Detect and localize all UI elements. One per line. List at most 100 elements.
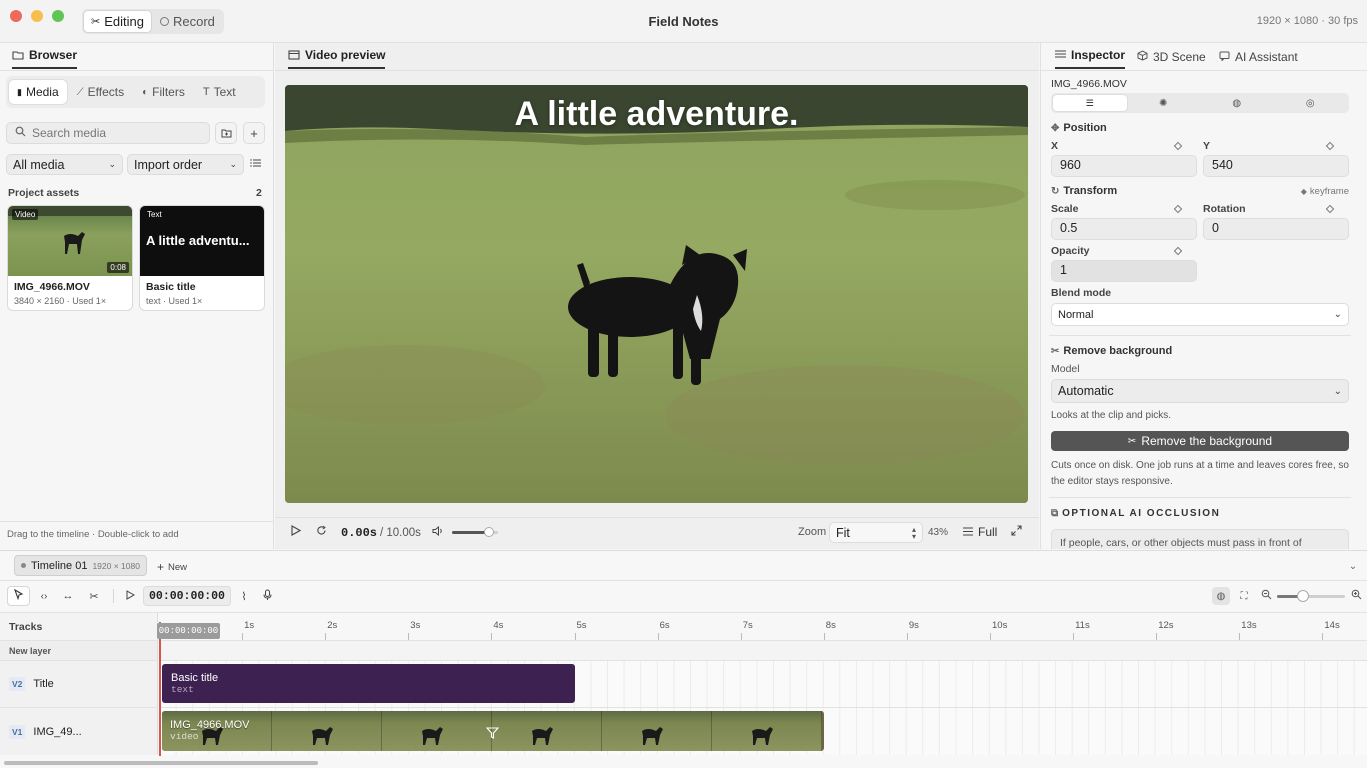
new-folder-button[interactable] [215, 122, 237, 144]
model-select[interactable]: Automatic ⌄ [1051, 379, 1349, 403]
ruler-tick-label: 5s [576, 620, 587, 631]
tab-ai-assistant[interactable]: AI Assistant [1219, 43, 1298, 71]
new-layer-row[interactable]: New layer [0, 640, 158, 660]
asset-card-text[interactable]: Text A little adventu... Basic title tex… [139, 205, 265, 311]
filmstrip-frame [492, 711, 602, 751]
divider [1041, 70, 1367, 71]
playhead-timecode[interactable]: 00:00:00:00 [157, 623, 220, 639]
slip-icon: ↔ [62, 590, 74, 602]
browser-tab[interactable]: Browser [12, 43, 78, 69]
volume-slider[interactable] [452, 527, 498, 537]
keyframe-diamond-icon[interactable] [1173, 204, 1183, 214]
tab-inspector[interactable]: Inspector [1055, 43, 1126, 69]
media-icon: ▮ [17, 86, 22, 97]
loop-button[interactable] [314, 525, 328, 539]
slip-tool-button[interactable]: ↔ [60, 588, 76, 604]
subtab-color[interactable]: ◍ [1200, 95, 1274, 111]
timeline-zoom-slider[interactable] [1277, 590, 1345, 602]
playhead-line[interactable] [159, 622, 161, 756]
asset-name: IMG_4966.MOV [14, 281, 90, 293]
record-voiceover-button[interactable] [259, 588, 275, 604]
timeline-scrollbar[interactable] [4, 761, 318, 765]
full-quality-button[interactable]: Full [963, 525, 997, 539]
window-title: Field Notes [648, 14, 719, 29]
keyframe-diamond-icon[interactable] [1173, 141, 1183, 151]
snapping-toggle[interactable]: ◍ [1212, 587, 1230, 605]
track-header-video[interactable]: V1 IMG_49... [0, 707, 158, 755]
volume-button[interactable] [431, 525, 445, 539]
blend-mode-label: Blend mode [1051, 287, 1112, 299]
timeline-ruler[interactable] [159, 613, 1367, 640]
play-button[interactable] [289, 525, 303, 539]
position-y-input[interactable]: 540 [1203, 155, 1349, 177]
chevron-down-icon: ⌄ [1333, 309, 1342, 320]
project-resolution: 1920 × 1080 · 30 fps [1256, 15, 1358, 27]
clip-type: video [170, 731, 199, 742]
media-filter-select[interactable]: All media ⌄ [6, 154, 123, 175]
sparkle-icon: ✺ [1159, 97, 1168, 109]
title-bar: ✂ Editing Record Field Notes 1920 × 1080… [0, 0, 1367, 43]
ruler-tick-label: 13s [1241, 620, 1257, 631]
video-preview-tab[interactable]: Video preview [288, 43, 386, 69]
scale-input[interactable]: 0.5 [1051, 218, 1197, 240]
expand-icon [1010, 525, 1022, 539]
opacity-input[interactable]: 1 [1051, 260, 1197, 282]
chat-icon [1219, 50, 1230, 64]
select-tool-button[interactable] [7, 586, 30, 606]
title-clip[interactable]: Basic title text [162, 664, 575, 703]
tab-media[interactable]: ▮ Media [9, 80, 67, 104]
tab-effects[interactable]: ⟋ Effects [69, 80, 132, 104]
filmstrip-frame [382, 711, 492, 751]
remove-background-description: Cuts once on disk. One job runs at a tim… [1051, 460, 1349, 487]
new-timeline-label: New [168, 561, 188, 573]
zoom-select[interactable]: Fit ▴ ▾ [829, 522, 923, 543]
rotation-label: Rotation [1203, 203, 1246, 215]
collapse-timeline-button[interactable]: ⌄ [1346, 560, 1360, 572]
razor-tool-button[interactable]: ✂ [86, 588, 102, 604]
zoom-out-button[interactable] [1258, 588, 1274, 604]
keyframe-diamond-icon[interactable] [1173, 246, 1183, 256]
blend-mode-select[interactable]: Normal ⌄ [1051, 303, 1349, 326]
zoom-in-button[interactable] [1348, 588, 1364, 604]
sort-order-select[interactable]: Import order ⌄ [127, 154, 244, 175]
import-media-button[interactable]: + [243, 122, 265, 144]
ruler-tick-label: 11s [1075, 620, 1090, 631]
remove-background-button[interactable]: ✂ Remove the background [1051, 431, 1349, 451]
tab-3d-scene[interactable]: 3D Scene [1137, 43, 1206, 71]
link-tool-button[interactable]: ⌇ [236, 588, 252, 604]
loop-icon [316, 525, 327, 539]
search-input[interactable] [32, 126, 201, 140]
new-timeline-button[interactable]: + New [157, 560, 187, 574]
trim-tool-button[interactable]: ‹› [36, 588, 52, 604]
divider [1049, 497, 1351, 498]
tab-text[interactable]: T Text [195, 80, 244, 104]
clip-filter-icon[interactable] [485, 727, 500, 742]
position-x-input[interactable]: 960 [1051, 155, 1197, 177]
video-thumbnail: Video 0:08 [8, 206, 132, 276]
asset-card-video[interactable]: Video 0:08 IMG_4966.MOV 3840 × 2160 · Us… [7, 205, 133, 311]
chevron-down-icon: ⌄ [108, 159, 116, 169]
timeline-play-button[interactable] [122, 588, 138, 604]
tab-filters[interactable]: ◐ Filters [134, 80, 193, 104]
asset-type-badge: Text [147, 210, 162, 219]
video-canvas[interactable]: A little adventure. [285, 85, 1028, 503]
volume-slider-knob[interactable] [483, 527, 494, 537]
ruler-tick-label: 8s [825, 620, 836, 631]
fullscreen-button[interactable] [1009, 525, 1023, 539]
rotation-input[interactable]: 0 [1203, 218, 1349, 240]
chevron-down-icon: ⌄ [229, 159, 237, 169]
timecode-display[interactable]: 00:00:00:00 [143, 586, 231, 606]
timeline-tab[interactable]: Timeline 01 1920 × 1080 [14, 555, 147, 576]
list-icon [250, 157, 262, 171]
track-header-title[interactable]: V2 Title [0, 660, 158, 707]
timeline-zoom-knob[interactable] [1296, 590, 1309, 602]
keyframe-diamond-icon[interactable] [1325, 141, 1335, 151]
subtab-properties[interactable]: ☰ [1053, 95, 1127, 111]
subtab-effects[interactable]: ✺ [1127, 95, 1201, 111]
subtab-mask[interactable]: ◎ [1274, 95, 1348, 111]
browser-title: Browser [29, 48, 78, 62]
video-clip[interactable]: IMG_4966.MOV video [162, 711, 824, 751]
list-view-button[interactable] [250, 157, 262, 171]
fit-timeline-button[interactable]: ⛶ [1236, 588, 1252, 604]
keyframe-diamond-icon[interactable] [1325, 204, 1335, 214]
